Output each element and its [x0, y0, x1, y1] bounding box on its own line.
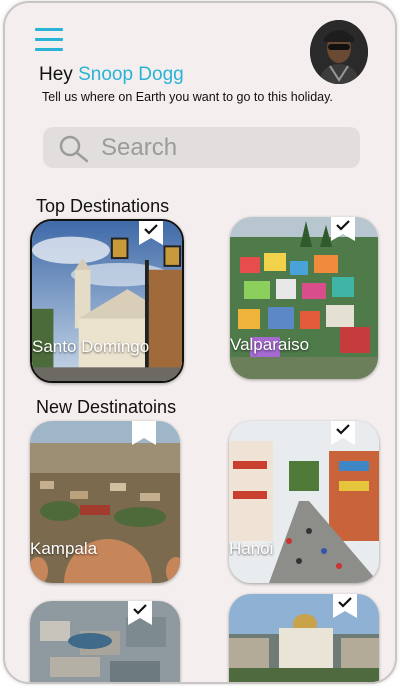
new-destinations-title: New Destinatoins: [36, 397, 177, 417]
destination-name: Valparaiso: [230, 335, 310, 354]
avatar[interactable]: [310, 20, 368, 84]
destination-name: Santo Domingo: [32, 337, 150, 356]
destination-card[interactable]: [30, 601, 180, 682]
user-name: Snoop Dogg: [78, 64, 184, 85]
greeting: Hey Snoop Dogg: [39, 64, 184, 86]
subtitle: Tell us where on Earth you want to go to…: [42, 90, 333, 104]
phone-frame: Hey Snoop Dogg Tell us where on Earth yo…: [3, 1, 397, 684]
search-icon: [59, 135, 89, 162]
bookmark-check-icon[interactable]: [331, 421, 355, 445]
destination-name: Kampala: [30, 539, 98, 558]
destination-card-santo-domingo[interactable]: Santo Domingo: [30, 219, 184, 383]
destination-card-hanoi[interactable]: Hanoi: [229, 421, 379, 583]
destination-card-kampala[interactable]: Kampala: [30, 421, 180, 583]
hamburger-menu-icon[interactable]: [35, 27, 63, 53]
destination-name: Hanoi: [229, 539, 274, 558]
bookmark-check-icon[interactable]: [139, 219, 163, 245]
search-input[interactable]: Search: [43, 127, 360, 168]
search-placeholder: Search: [101, 133, 178, 161]
bookmark-check-icon[interactable]: [331, 217, 355, 241]
destination-card-valparaiso[interactable]: Valparaiso: [230, 217, 378, 379]
bookmark-check-icon[interactable]: [333, 594, 357, 618]
bookmark-check-icon[interactable]: [128, 601, 152, 625]
greeting-prefix: Hey: [39, 64, 73, 85]
bookmark-icon[interactable]: [132, 421, 156, 445]
top-destinations-title: Top Destinations: [36, 196, 170, 216]
destination-photo: [30, 601, 180, 682]
destination-photo: [32, 221, 182, 381]
destination-card[interactable]: [229, 594, 379, 682]
